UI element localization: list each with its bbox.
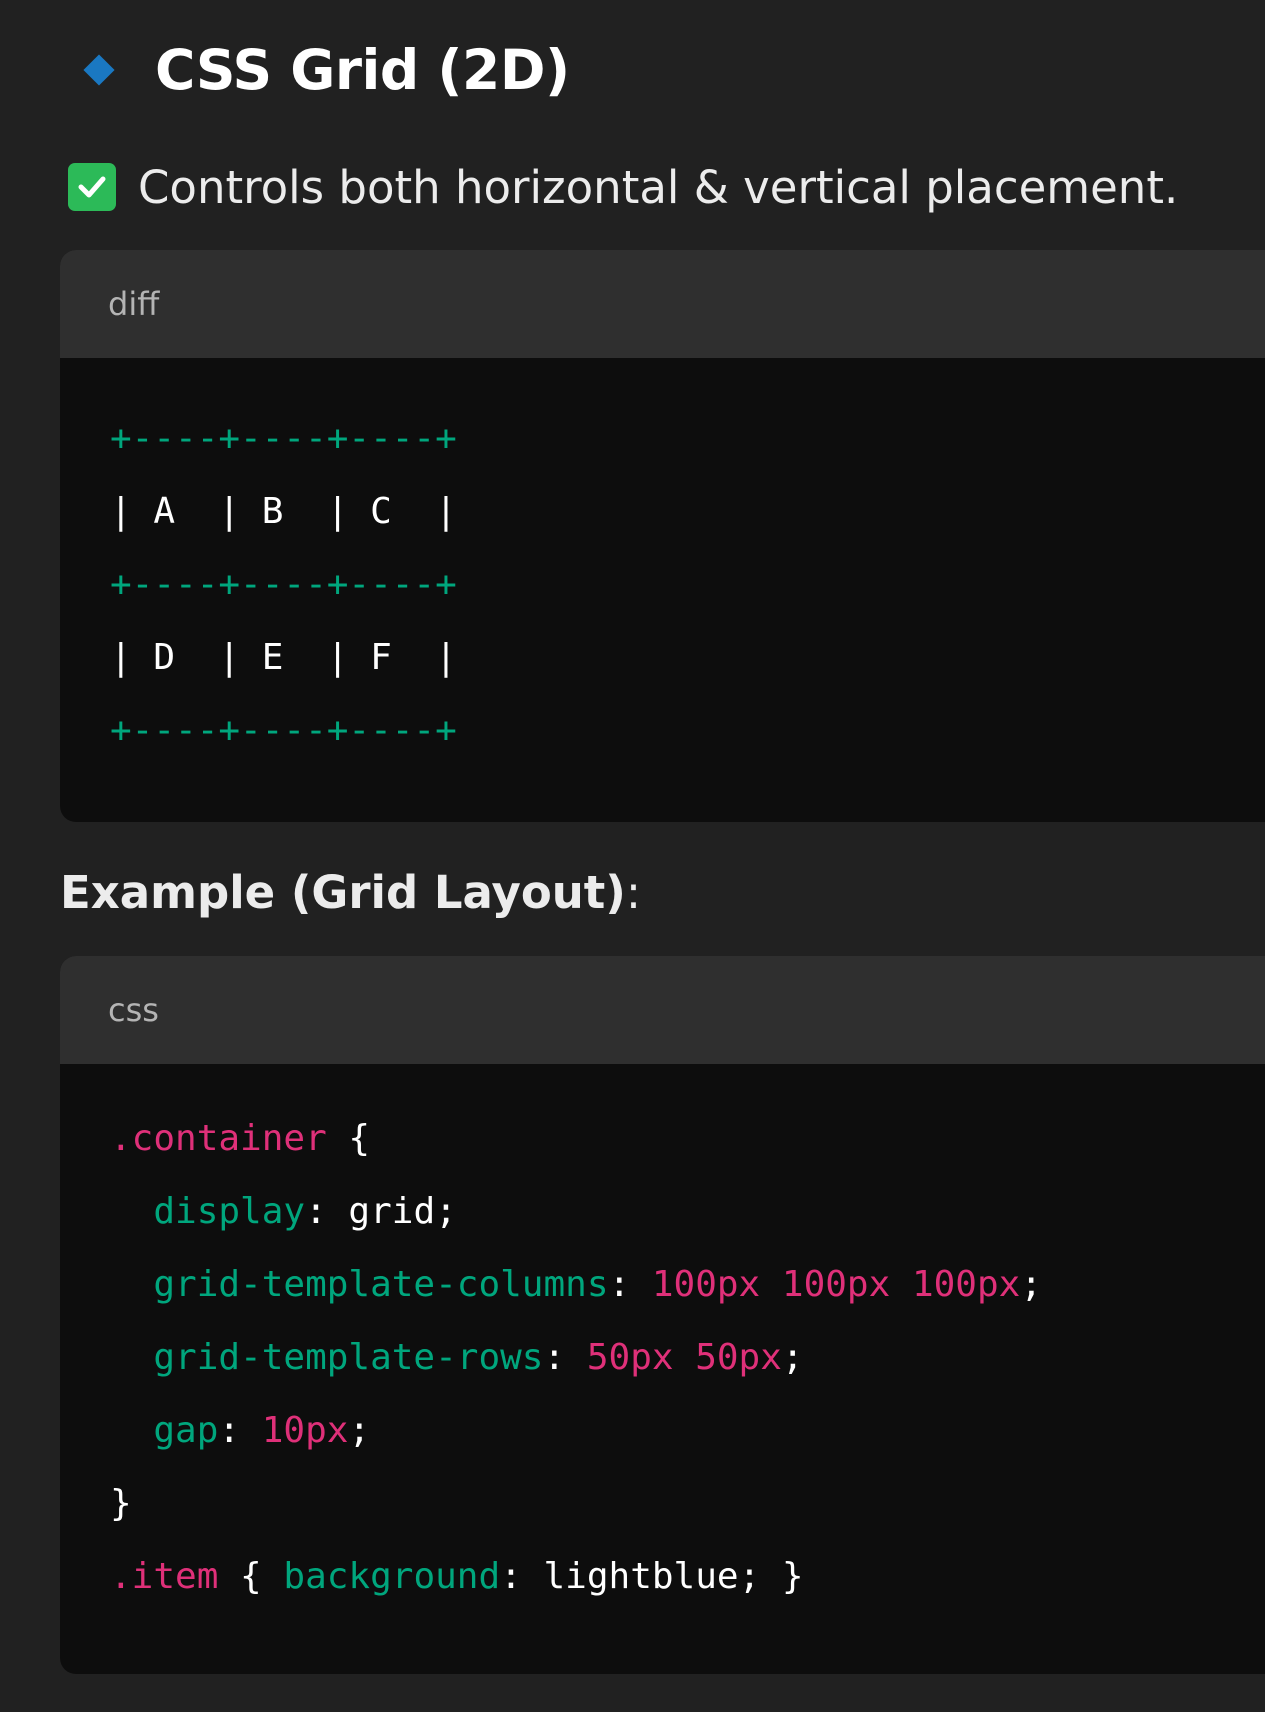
section-heading: CSS Grid (2D) <box>83 34 570 106</box>
code-token: 50px 50px <box>586 1337 782 1378</box>
code-token: : <box>543 1337 587 1378</box>
code-line: | D | E | F | <box>110 637 457 678</box>
check-item-text: Controls both horizontal & vertical plac… <box>138 160 1179 214</box>
code-token: { <box>326 1118 371 1159</box>
check-item: Controls both horizontal & vertical plac… <box>68 158 1178 216</box>
code-token: display <box>110 1191 306 1232</box>
css-code-body[interactable]: .container { display: grid; grid-templat… <box>60 1064 1265 1613</box>
example-title: Example (Grid Layout): <box>60 862 641 924</box>
blue-diamond-icon <box>83 54 115 86</box>
code-token: .item <box>110 1556 219 1597</box>
diff-code-body[interactable]: +----+----+----+ | A | B | C | +----+----+… <box>60 358 1265 767</box>
example-title-colon: : <box>625 866 642 919</box>
code-token: 10px <box>261 1410 349 1451</box>
code-token: ; <box>348 1410 371 1451</box>
code-token: ; <box>1020 1264 1043 1305</box>
code-token: 100px 100px 100px <box>651 1264 1021 1305</box>
code-language-label: diff <box>60 250 1265 358</box>
code-token: : grid; <box>305 1191 457 1232</box>
code-line: +----+----+----+ <box>110 710 457 751</box>
code-token: : lightblue; } <box>500 1556 804 1597</box>
code-token: grid-template-rows <box>110 1337 544 1378</box>
code-token: grid-template-columns <box>110 1264 609 1305</box>
code-line: +----+----+----+ <box>110 418 457 459</box>
diff-code-block: diff +----+----+----+ | A | B | C | +----+… <box>60 250 1265 822</box>
code-line: +----+----+----+ <box>110 564 457 605</box>
code-token: : <box>608 1264 652 1305</box>
code-line: grid-template-rows: 50px 50px; <box>110 1321 1265 1394</box>
code-line: .item { background: lightblue; } <box>110 1540 1265 1613</box>
code-token: } <box>110 1483 132 1524</box>
code-line: grid-template-columns: 100px 100px 100px… <box>110 1248 1265 1321</box>
code-line: .container { <box>110 1102 1265 1175</box>
css-code-block: css .container { display: grid; grid-tem… <box>60 956 1265 1674</box>
code-line: | A | B | C | <box>110 491 457 532</box>
code-token: background <box>283 1556 501 1597</box>
code-line: display: grid; <box>110 1175 1265 1248</box>
code-line: gap: 10px; <box>110 1394 1265 1467</box>
code-token: .container <box>110 1118 327 1159</box>
code-token: { <box>218 1556 284 1597</box>
code-token: gap <box>110 1410 219 1451</box>
code-token: ; <box>781 1337 804 1378</box>
code-language-label: css <box>60 956 1265 1064</box>
check-mark-icon <box>68 163 116 211</box>
example-title-text: Example (Grid Layout) <box>60 866 626 919</box>
code-line: } <box>110 1467 1265 1540</box>
code-token: : <box>218 1410 262 1451</box>
heading-title: CSS Grid (2D) <box>155 38 570 102</box>
